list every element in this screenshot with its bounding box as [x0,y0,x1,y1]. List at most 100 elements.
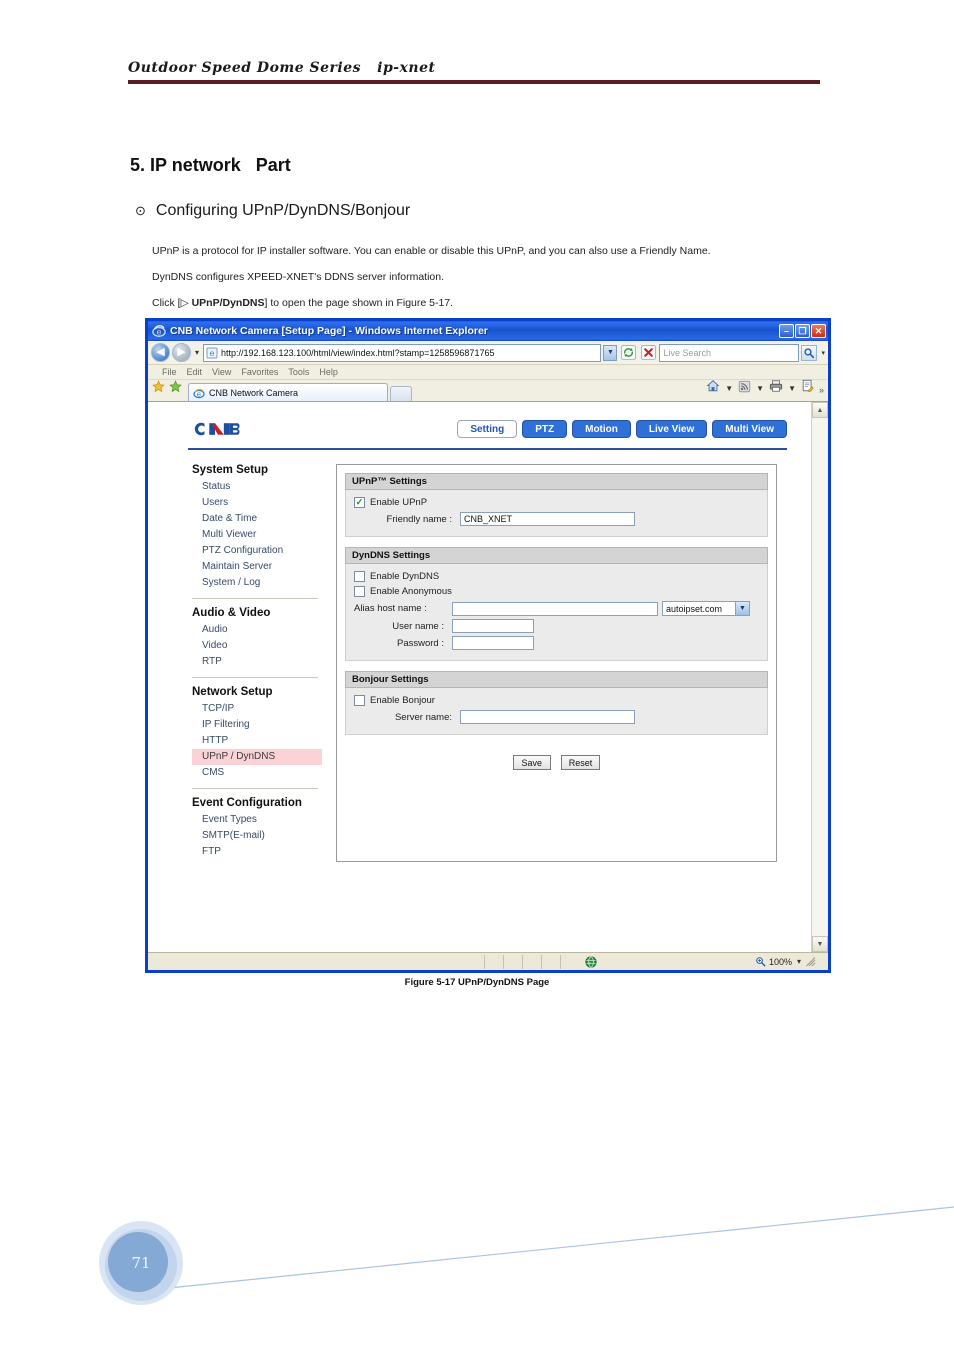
sidebar-item-system-log[interactable]: System / Log [192,575,322,591]
sidebar-item-maintain-server[interactable]: Maintain Server [192,559,322,575]
friendly-name-input[interactable]: CNB_XNET [460,512,635,526]
friendly-name-row: Friendly name : CNB_XNET [352,512,761,526]
home-icon[interactable] [706,379,720,398]
circle-dot-icon: ⊙ [135,203,146,218]
enable-bonjour-checkbox[interactable] [354,695,365,706]
dyndns-username-input[interactable] [452,619,534,633]
nav-button-multi-view[interactable]: Multi View [712,420,787,438]
paragraph-dyndns-description: DynDNS configures XPEED-XNET's DDNS serv… [152,271,445,283]
page-tools-icon[interactable] [801,379,815,398]
chevron-down-icon[interactable]: ▼ [603,344,618,361]
sidebar-divider [192,677,318,678]
enable-dyndns-checkbox[interactable] [354,571,365,582]
sidebar-item-ptz-configuration[interactable]: PTZ Configuration [192,543,322,559]
enable-upnp-row[interactable]: ✓ Enable UPnP [354,497,761,508]
ie-page-icon: e [193,388,205,398]
sidebar-item-video[interactable]: Video [192,638,322,654]
nav-button-setting[interactable]: Setting [457,420,518,438]
enable-anonymous-checkbox[interactable] [354,586,365,597]
menu-item-tools[interactable]: Tools [288,367,309,377]
zoom-level-control[interactable]: 100% ▾ [755,956,828,967]
maximize-button[interactable]: ❐ [795,324,810,338]
magnifier-icon[interactable] [801,344,818,361]
minimize-button[interactable]: – [779,324,794,338]
browser-tab-label: CNB Network Camera [209,387,299,398]
status-segment [502,954,522,969]
chevron-down-icon[interactable]: ▼ [735,602,749,615]
add-favorite-icon[interactable] [169,380,182,398]
dyndns-provider-select[interactable]: autoipset.com ▼ [662,601,750,616]
search-input[interactable]: Live Search [659,343,800,362]
bonjour-server-name-input[interactable] [460,710,635,724]
sidebar-item-date-time[interactable]: Date & Time [192,511,322,527]
new-tab-button[interactable] [390,386,412,401]
home-dropdown-icon[interactable]: ▼ [723,384,735,393]
sidebar-item-cms[interactable]: CMS [192,765,322,781]
browser-title-text: CNB Network Camera [Setup Page] - Window… [170,325,488,337]
search-dropdown-icon[interactable]: ▾ [819,349,825,357]
toolbar-overflow-icon[interactable]: » [819,385,824,401]
document-header: Outdoor Speed Dome Series ip-xnet [128,60,820,84]
sidebar-item-upnp-dyndns[interactable]: UPnP / DynDNS [192,749,322,765]
enable-bonjour-row[interactable]: Enable Bonjour [354,695,761,706]
alias-host-name-input[interactable] [452,601,658,616]
zoom-icon [756,957,766,967]
enable-upnp-checkbox[interactable]: ✓ [354,497,365,508]
sidebar-item-event-types[interactable]: Event Types [192,812,322,828]
scroll-up-button[interactable]: ▲ [812,402,828,418]
menu-item-file[interactable]: File [162,367,177,377]
rss-feed-icon[interactable] [738,380,751,398]
dyndns-password-input[interactable] [452,636,534,650]
print-dropdown-icon[interactable]: ▼ [786,384,798,393]
sidebar-item-smtp-email[interactable]: SMTP(E-mail) [192,828,322,844]
favorites-star-icon[interactable] [152,380,165,398]
dyndns-settings-section: DynDNS Settings Enable DynDNS Enable Ano… [345,547,768,661]
menu-item-help[interactable]: Help [319,367,338,377]
scroll-down-button[interactable]: ▼ [812,936,828,952]
sidebar-item-multi-viewer[interactable]: Multi Viewer [192,527,322,543]
sidebar-item-users[interactable]: Users [192,495,322,511]
history-dropdown-icon[interactable]: ▾ [193,348,201,357]
sidebar-item-ip-filtering[interactable]: IP Filtering [192,717,322,733]
header-divider-rule [128,80,820,84]
menu-item-favorites[interactable]: Favorites [241,367,278,377]
sidebar-item-rtp[interactable]: RTP [192,654,322,670]
sidebar-item-status[interactable]: Status [192,479,322,495]
address-bar[interactable]: e http://192.168.123.100/html/view/index… [203,343,602,362]
search-placeholder-text: Live Search [663,347,712,358]
nav-button-motion[interactable]: Motion [572,420,631,438]
dyndns-password-row: Password : [352,636,761,650]
forward-arrow-icon[interactable]: ▶ [172,343,191,362]
instruction-menu-path: UPnP/DynDNS [191,297,265,309]
command-toolbar: ▼ ▼ ▼ [706,379,815,401]
menu-item-view[interactable]: View [212,367,231,377]
print-icon[interactable] [769,379,783,398]
browser-tab-bar: e CNB Network Camera ▼ ▼ ▼ » [148,379,828,402]
enable-anonymous-row[interactable]: Enable Anonymous [354,586,761,597]
reset-button[interactable]: Reset [560,755,601,770]
sidebar-group-title: Audio & Video [192,607,271,619]
save-button[interactable]: Save [512,755,551,770]
status-segment [540,954,560,969]
sidebar-item-audio[interactable]: Audio [192,622,322,638]
menu-item-edit[interactable]: Edit [187,367,203,377]
close-button[interactable]: ✕ [811,324,826,338]
resize-grip-icon[interactable] [806,956,816,967]
nav-button-ptz[interactable]: PTZ [522,420,568,438]
refresh-icon[interactable] [619,344,637,362]
cnb-logo [194,422,240,436]
vertical-scrollbar[interactable]: ▲ ▼ [811,402,828,952]
security-zone-area[interactable] [579,955,755,968]
enable-dyndns-row[interactable]: Enable DynDNS [354,571,761,582]
nav-button-live-view[interactable]: Live View [635,420,708,438]
svg-text:e: e [197,390,201,398]
browser-tab[interactable]: e CNB Network Camera [188,383,388,401]
stop-icon[interactable] [639,344,657,362]
paragraph-upnp-description: UPnP is a protocol for IP installer soft… [152,245,711,257]
bonjour-server-name-label: Server name: [394,711,452,723]
sidebar-item-ftp[interactable]: FTP [192,844,322,860]
sidebar-item-tcp-ip[interactable]: TCP/IP [192,701,322,717]
sidebar-item-http[interactable]: HTTP [192,733,322,749]
zoom-dropdown-icon[interactable]: ▾ [795,957,803,966]
back-arrow-icon[interactable]: ◀ [151,343,170,362]
